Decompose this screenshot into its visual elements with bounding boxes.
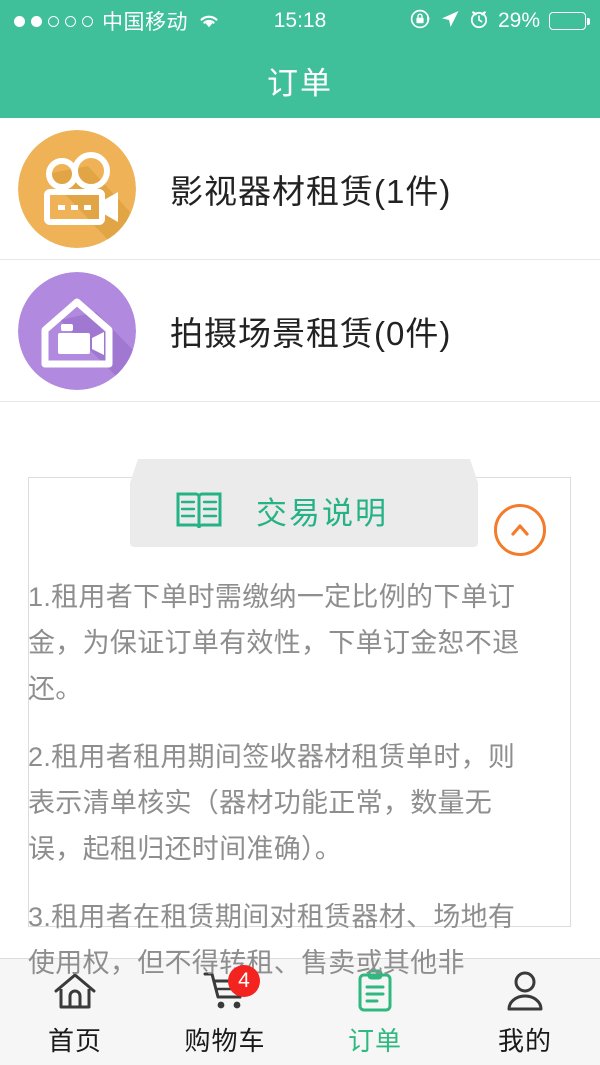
tab-label: 购物车 — [184, 1025, 266, 1056]
tab-label: 订单 — [347, 1025, 402, 1056]
notice-title: 交易说明 — [256, 495, 388, 531]
wifi-icon — [197, 12, 221, 30]
signal-dot — [48, 15, 59, 27]
category-label: 拍摄场景租赁(0件) — [170, 314, 452, 352]
movie-camera-icon — [18, 129, 136, 248]
rotation-lock-icon — [409, 8, 431, 35]
notice-paragraph: 1.租用者下单时需缴纳一定比例的下单订金，为保证订单有效性，下单订金恕不退还。 — [28, 582, 520, 704]
page-title: 订单 — [267, 65, 333, 101]
category-row-location[interactable]: 拍摄场景租赁(0件) — [0, 260, 600, 402]
notice-paragraph: 2.租用者租用期间签收器材租赁单时，则表示清单核实（器材功能正常，数量无误，起租… — [28, 742, 516, 864]
signal-dot — [65, 15, 76, 27]
carrier-label: 中国移动 — [102, 11, 188, 34]
category-list: 影视器材租赁(1件) 拍摄场景租赁(0件) — [0, 118, 600, 402]
app-root: 中国移动 15:18 29% 订单 影视器材租赁(1件) 拍摄场景租赁(0件) … — [0, 0, 600, 1065]
signal-dot — [31, 15, 42, 27]
alarm-clock-icon — [469, 9, 489, 34]
cart-badge: 4 — [228, 965, 260, 997]
notice-banner: 交易说明 — [130, 459, 478, 547]
tab-label: 我的 — [497, 1025, 552, 1056]
house-camera-icon — [18, 271, 136, 390]
notice-body: 1.租用者下单时需缴纳一定比例的下单订金，为保证订单有效性，下单订金恕不退还。 … — [28, 574, 568, 1008]
category-label: 影视器材租赁(1件) — [170, 172, 452, 210]
status-bar: 中国移动 15:18 29% — [0, 0, 600, 42]
tab-label: 首页 — [47, 1025, 102, 1056]
page-header: 订单 — [0, 42, 600, 118]
signal-dot — [82, 15, 93, 27]
open-book-icon — [174, 488, 224, 532]
battery-icon — [549, 12, 590, 30]
category-row-equipment[interactable]: 影视器材租赁(1件) — [0, 118, 600, 260]
status-bar-left: 中国移动 — [14, 6, 221, 36]
notice-paragraph: 3.租用者在租赁期间对租赁器材、场地有使用权，但不得转租、售卖或其他非 — [28, 902, 516, 978]
signal-dot — [14, 15, 25, 27]
location-arrow-icon — [440, 9, 460, 34]
status-bar-right: 29% — [409, 8, 590, 35]
signal-strength-dots — [14, 15, 93, 27]
battery-percent-label: 29% — [497, 9, 540, 32]
chevron-up-icon[interactable] — [494, 504, 546, 556]
